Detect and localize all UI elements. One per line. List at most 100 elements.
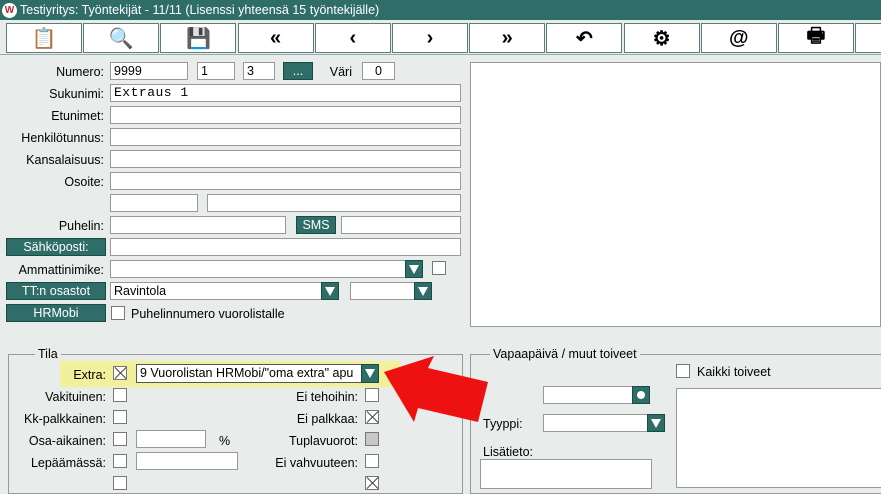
kaikki-toiveet-label: Kaikki toiveet [697,365,771,379]
next-row-right-checkbox[interactable] [365,476,379,490]
kk-palkkainen-label: Kk-palkkainen: [24,412,106,426]
kk-palkkainen-checkbox[interactable] [113,410,127,424]
search-button[interactable]: 🔍 [83,23,160,53]
ei-palkkaa-label: Ei palkkaa: [296,412,358,426]
numero-sub2-field[interactable]: 3 [243,62,275,80]
next-row-checkbox[interactable] [113,476,127,490]
phone-extra-field[interactable] [341,216,461,234]
sukunimi-field[interactable]: Extraus 1 [110,84,461,102]
undo-icon: ↶ [576,27,593,50]
osa-aikainen-checkbox[interactable] [113,432,127,446]
sahkoposti-field[interactable] [110,238,461,256]
extra-checkbox[interactable] [113,366,127,380]
radio-dot-icon[interactable] [632,386,650,404]
henkilotunnus-field[interactable] [110,128,461,146]
puhelinnumero-label: Puhelinnumero vuorolistalle [131,307,285,321]
puhelin-label: Puhelin: [58,219,104,233]
toiveet-list[interactable] [676,388,881,488]
extra-label: Extra: [73,368,106,382]
print-button[interactable]: 🖶 [778,23,854,53]
first-record-icon: « [270,26,282,49]
tt-osastot-select[interactable]: Ravintola [110,282,322,300]
email-button[interactable]: @ [700,23,777,53]
ei-vahvuuteen-label: Ei vahvuuteen: [275,456,358,470]
tyyppi-select[interactable] [543,414,648,432]
window-title: Testiyritys: Työntekijät - 11/11 (Lisens… [20,3,380,17]
lepaamassa-label: Lepäämässä: [30,456,106,470]
ammattinimike-label: Ammattinimike: [18,263,104,277]
notes-panel[interactable] [470,62,881,327]
tuplavuorot-checkbox[interactable] [365,432,379,446]
chevron-down-icon[interactable] [414,282,432,300]
tuplavuorot-label: Tuplavuorot: [288,434,358,448]
sms-button[interactable]: SMS [296,216,336,234]
osa-aikainen-percent-field[interactable] [136,430,206,448]
last-record-button[interactable]: » [469,23,546,53]
clipboard-button[interactable]: 📋 [6,23,82,53]
hrmobi-button[interactable]: HRMobi [6,304,106,322]
email-icon: @ [729,26,749,49]
vakituinen-checkbox[interactable] [113,388,127,402]
settings-button[interactable]: ⚙ [623,23,700,53]
numero-sub1-field[interactable]: 1 [197,62,235,80]
annotation-arrow-icon [384,356,488,422]
puhelinnumero-checkbox[interactable] [111,306,125,320]
first-record-button[interactable]: « [237,23,314,53]
clipboard-icon: 📋 [31,27,57,50]
sukunimi-label: Sukunimi: [49,87,104,101]
last-record-icon: » [501,26,513,49]
numero-field[interactable]: 9999 [110,62,188,80]
osa-aikainen-label: Osa-aikainen: [28,434,106,448]
previous-record-icon: ‹ [349,26,357,49]
city-field[interactable] [207,194,461,212]
app-logo-icon: W [2,3,17,18]
tila-legend: Tila [35,347,61,361]
title-bar: W Testiyritys: Työntekijät - 11/11 (Lise… [0,0,881,20]
puhelin-field[interactable] [110,216,286,234]
osoite-field[interactable] [110,172,461,190]
date-field[interactable] [543,386,633,404]
postal-code-field[interactable] [110,194,198,212]
lepaamassa-checkbox[interactable] [113,454,127,468]
vari-label: Väri [329,65,352,79]
sahkoposti-button[interactable]: Sähköposti: [6,238,106,256]
next-record-button[interactable]: › [392,23,468,53]
previous-record-button[interactable]: ‹ [314,23,391,53]
henkilotunnus-label: Henkilötunnus: [21,131,104,145]
kansalaisuus-label: Kansalaisuus: [26,153,104,167]
ei-tehoihin-label: Ei tehoihin: [296,390,358,404]
lisatieto-label: Lisätieto: [483,445,534,459]
etunimet-label: Etunimet: [51,109,104,123]
print-icon: 🖶 [806,25,826,47]
save-button[interactable]: 💾 [160,23,237,53]
chevron-down-icon[interactable] [321,282,339,300]
etunimet-field[interactable] [110,106,461,124]
lepaamassa-field[interactable] [136,452,238,470]
tt-osastot-select-2[interactable] [350,282,415,300]
settings-icon: ⚙ [652,27,671,50]
ei-vahvuuteen-checkbox[interactable] [365,454,379,468]
next-record-icon: › [426,26,434,49]
undo-button[interactable]: ↶ [546,23,623,53]
lisatieto-field[interactable] [480,459,652,489]
ei-tehoihin-checkbox[interactable] [365,388,379,402]
chevron-down-icon[interactable] [405,260,423,278]
tt-osastot-button[interactable]: TT:n osastot [6,282,106,300]
vakituinen-label: Vakituinen: [45,390,106,404]
extra-select[interactable]: 9 Vuorolistan HRMobi/"oma extra" apu [136,364,362,383]
vapaapaiva-legend: Vapaapäivä / muut toiveet [490,347,640,361]
osoite-label: Osoite: [64,175,104,189]
kaikki-toiveet-checkbox[interactable] [676,364,690,378]
ei-palkkaa-checkbox[interactable] [365,410,379,424]
search-icon: 🔍 [108,27,134,50]
ammattinimike-checkbox[interactable] [432,261,446,275]
toolbar-overflow-button[interactable] [855,23,881,53]
percent-label: % [219,434,231,448]
chevron-down-icon[interactable] [361,364,379,383]
save-icon: 💾 [185,27,211,50]
chevron-down-icon[interactable] [647,414,665,432]
numero-label: Numero: [56,65,104,79]
vari-field[interactable]: 0 [362,62,395,80]
ammattinimike-select[interactable] [110,260,406,278]
kansalaisuus-field[interactable] [110,150,461,168]
